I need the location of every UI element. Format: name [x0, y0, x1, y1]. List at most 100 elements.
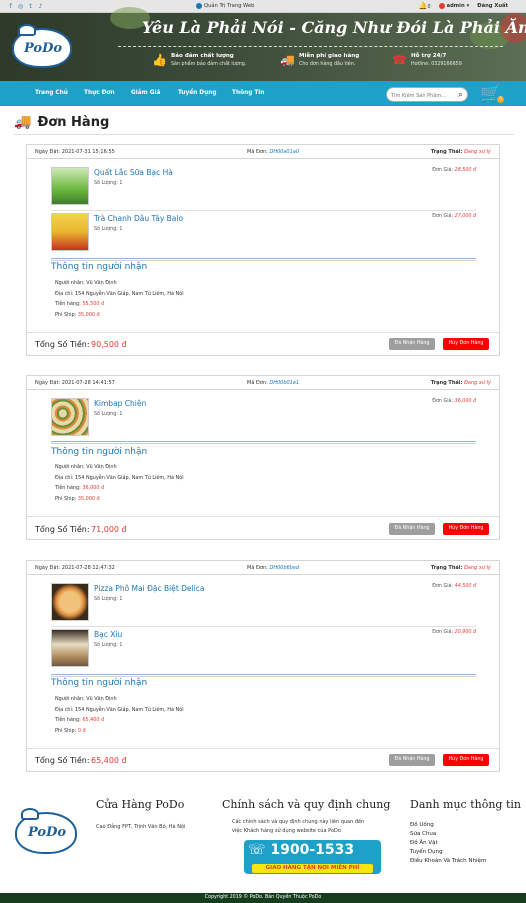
cancel-order-button[interactable]: Hủy Đơn Hàng	[443, 754, 489, 766]
recipient-info: Người nhận: Vũ Văn Định Địa chỉ: 154 Ngu…	[55, 694, 184, 736]
footer-category-title: Danh mục thông tin	[410, 798, 521, 811]
notification-button[interactable]: 🔔0	[419, 2, 431, 10]
product-divider	[51, 210, 476, 211]
hotline-banner[interactable]: ☏ 1900-1533 GIAO HÀNG TẬN NƠI MIỄN PHÍ	[244, 840, 381, 874]
footer-link-drinks[interactable]: Đồ Uống	[410, 821, 486, 830]
product-image[interactable]	[51, 629, 89, 667]
product-name[interactable]: Kimbap Chiên	[94, 399, 146, 408]
product-image[interactable]	[51, 583, 89, 621]
footer-link-terms[interactable]: Điều Khoản Và Trách Nhiệm	[410, 857, 486, 866]
twitter-icon[interactable]: t	[27, 3, 34, 10]
recipient-name: Người nhận: Vũ Văn Định	[55, 280, 117, 286]
feature-quality: 👍 Bảo đảm chất lượng Sản phẩm bảo đảm chấ…	[152, 53, 246, 67]
info-divider	[51, 441, 476, 444]
total-label: Tổng Số Tiền:	[35, 340, 90, 349]
ship-fee: Phí Ship: 35,000 đ	[55, 311, 100, 318]
recipient-info-title: Thông tin người nhận	[51, 447, 148, 457]
feature-desc: Sản phẩm bảo đảm chất lượng.	[171, 62, 247, 67]
received-button[interactable]: Đã Nhận Hàng	[389, 754, 435, 766]
order-footer-divider	[27, 516, 499, 517]
product-image[interactable]	[51, 398, 89, 436]
footer-logo[interactable]: PoDo	[15, 808, 77, 854]
footer-policy-text: Các chính sách và quy định chung này liê…	[232, 819, 365, 834]
total-value: 65,400 đ	[91, 756, 127, 765]
nav-item-home[interactable]: Trang Chủ	[35, 90, 68, 96]
recipient-info-title: Thông tin người nhận	[51, 678, 148, 688]
total-label: Tổng Số Tiền:	[35, 525, 90, 534]
order-code: Mã Đơn: DH00b01e1	[247, 380, 300, 386]
product-qty: Số Lượng: 1	[94, 597, 123, 602]
bell-icon: 🔔	[418, 2, 428, 10]
nav-item-menu[interactable]: Thực Đơn	[84, 90, 115, 96]
footer-link-yogurt[interactable]: Sữa Chua	[410, 830, 486, 839]
order-footer-divider	[27, 332, 499, 333]
recipient-info-title: Thông tin người nhận	[51, 262, 148, 272]
order-footer-divider	[27, 748, 499, 749]
footer-logo-text: PoDo	[28, 825, 67, 840]
product-image[interactable]	[51, 213, 89, 251]
logo-text: PoDo	[24, 41, 63, 56]
product-price: Đơn Giá: 28,500 đ	[432, 168, 476, 173]
product-price: Đơn Giá: 36,000 đ	[432, 399, 476, 404]
admin-link-label: Quản Trị Trang Web	[204, 3, 255, 9]
feature-free-shipping: 🚚 Miễn phí giao hàng Cho đơn hàng đầu tiê…	[280, 53, 359, 67]
cancel-order-button[interactable]: Hủy Đơn Hàng	[443, 523, 489, 535]
search-icon[interactable]: ⌕	[458, 90, 463, 100]
search-input[interactable]	[391, 91, 455, 100]
recipient-name: Người nhận: Vũ Văn Định	[55, 696, 117, 702]
product-qty: Số Lượng: 1	[94, 412, 123, 417]
order-product: Bạc Xỉu Số Lượng: 1 Đơn Giá: 20,900 đ	[51, 629, 476, 671]
user-menu[interactable]: admin ▾	[438, 3, 470, 9]
instagram-icon[interactable]: ◎	[17, 3, 24, 10]
site-logo[interactable]: PoDo	[12, 24, 72, 68]
product-image[interactable]	[51, 167, 89, 205]
recipient-address: Địa chỉ: 154 Nguyễn Văn Giáp, Nam Từ Liê…	[55, 706, 184, 713]
title-divider	[14, 134, 514, 135]
order-code: Mã Đơn: DH00b6bed	[247, 565, 300, 571]
product-name[interactable]: Quất Lắc Sữa Bạc Hà	[94, 168, 173, 177]
product-price: Đơn Giá: 20,900 đ	[432, 630, 476, 635]
footer-link-snacks[interactable]: Đồ Ăn Vặt	[410, 839, 486, 848]
goods-amount: Tiền hàng: 36,000 đ	[55, 485, 105, 491]
facebook-icon[interactable]: f	[7, 3, 14, 10]
support-24-icon: ☎	[392, 53, 407, 67]
logout-link[interactable]: Đăng Xuất	[477, 3, 508, 9]
footer-link-recruitment[interactable]: Tuyển Dụng	[410, 848, 486, 857]
feature-title: Hỗ trợ 24/7	[411, 53, 447, 59]
product-qty: Số Lượng: 1	[94, 643, 123, 648]
product-name[interactable]: Trà Chanh Dâu Tây Balo	[94, 214, 183, 223]
cancel-order-button[interactable]: Hủy Đơn Hàng	[443, 338, 489, 350]
search-box: ⌕	[386, 87, 468, 102]
delivery-truck-icon: 🚚	[280, 53, 295, 67]
order-product: Kimbap Chiên Số Lượng: 1 Đơn Giá: 36,000…	[51, 398, 476, 440]
nav-item-recruitment[interactable]: Tuyển Dụng	[178, 90, 217, 96]
top-right-menu: 🔔0 admin▾ 0 Đăng Xuất	[419, 2, 508, 10]
copyright-bar: Copyright 2019 © PoDo. Bản Quyền Thuộc P…	[0, 893, 526, 903]
footer-store-address: Cao Đẳng FPT, Trịnh Văn Bô, Hà Nội	[96, 824, 186, 830]
user-name: admin	[446, 3, 465, 9]
tiktok-icon[interactable]: ♪	[37, 3, 44, 10]
feature-title: Bảo đảm chất lượng	[171, 53, 234, 59]
order-product: Pizza Phô Mai Đặc Biệt Delica Số Lượng: …	[51, 583, 476, 625]
nav-item-info[interactable]: Thông Tin	[232, 90, 264, 96]
recipient-name: Người nhận: Vũ Văn Định	[55, 464, 117, 470]
thumbs-up-icon: 👍	[152, 53, 167, 67]
user-icon	[438, 3, 445, 9]
product-name[interactable]: Pizza Phô Mai Đặc Biệt Delica	[94, 584, 204, 593]
globe-icon	[196, 3, 202, 9]
hotline-number: ☏ 1900-1533	[248, 842, 355, 858]
chef-hat-icon	[21, 808, 39, 820]
recipient-info: Người nhận: Vũ Văn Định Địa chỉ: 154 Ngu…	[55, 278, 184, 320]
page-title: 🚚 Đơn Hàng	[14, 114, 109, 130]
nav-item-discount[interactable]: Giảm Giá	[131, 90, 160, 96]
order-date: Ngày Đặt: 2021-07-28 12:47:32	[35, 565, 115, 571]
feature-title: Miễn phí giao hàng	[299, 53, 360, 59]
received-button[interactable]: Đã Nhận Hàng	[389, 338, 435, 350]
admin-link[interactable]: Quản Trị Trang Web	[196, 3, 254, 9]
header-divider	[118, 46, 503, 47]
chevron-down-icon: ▾	[466, 3, 470, 9]
notification-count: 0	[427, 5, 431, 10]
footer-category-list: Đồ Uống Sữa Chua Đồ Ăn Vặt Tuyển Dụng Đi…	[410, 821, 486, 866]
received-button[interactable]: Đã Nhận Hàng	[389, 523, 435, 535]
product-name[interactable]: Bạc Xỉu	[94, 630, 122, 639]
